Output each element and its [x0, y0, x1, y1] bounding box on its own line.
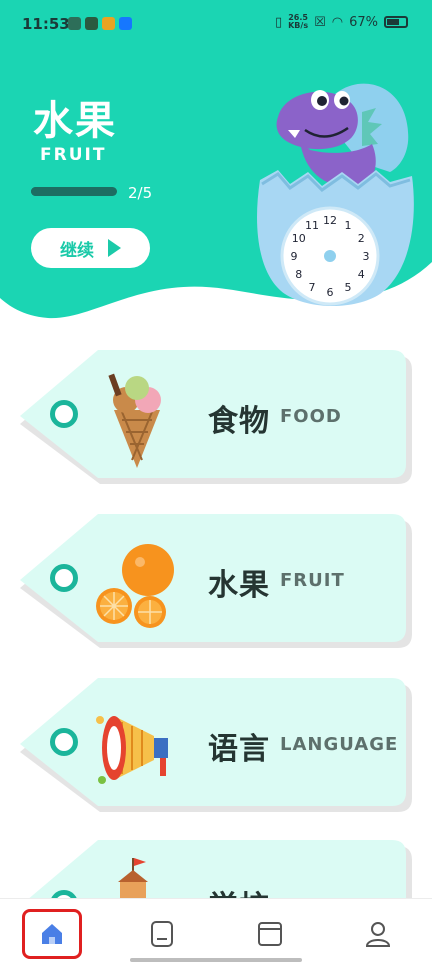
clock-number: 1: [345, 219, 352, 232]
clock-number: 2: [358, 232, 365, 245]
clock-number: 3: [363, 250, 370, 263]
clock-number: 12: [323, 214, 337, 227]
profile-icon: [365, 922, 391, 947]
category-card-language[interactable]: 语言 LANGUAGE: [20, 676, 412, 812]
progress-text: 2/5: [128, 184, 153, 202]
app-notification-icon: [68, 17, 81, 30]
dinosaur-mascot: 12 12 3 45678 9 1011: [257, 83, 414, 306]
card-title-en: LANGUAGE: [280, 734, 399, 755]
card-radio[interactable]: [50, 400, 78, 428]
ice-cream-icon: [108, 373, 161, 468]
card-title-zh: 食物: [208, 404, 270, 439]
nav-profile[interactable]: [348, 909, 408, 959]
network-speed: 26.5 KB/s: [288, 14, 308, 30]
play-icon: [108, 239, 121, 257]
book-icon: [151, 921, 173, 947]
progress-bar: [31, 187, 117, 196]
vibrate-icon: ▯: [274, 14, 283, 30]
home-icon: [42, 924, 62, 944]
page-title: 水果: [33, 98, 117, 144]
status-bar: 11:53 ▯ 26.5 KB/s ☒ ◠ 67%: [0, 0, 432, 52]
notification-icons: [68, 17, 132, 30]
continue-button[interactable]: 继续: [31, 228, 150, 268]
clock-number: 10: [292, 232, 306, 245]
card-radio[interactable]: [50, 564, 78, 592]
page-subtitle: FRUIT: [40, 145, 107, 165]
battery-icon: [384, 16, 408, 28]
alipay-icon: [119, 17, 132, 30]
clock-number: 6: [327, 286, 334, 299]
gesture-bar[interactable]: [130, 958, 302, 962]
card-radio[interactable]: [50, 728, 78, 756]
app-notification-icon: [102, 17, 115, 30]
bottom-nav: [0, 898, 432, 964]
battery-percent: 67%: [349, 14, 378, 30]
status-time: 11:53: [22, 15, 70, 33]
nav-book[interactable]: [132, 909, 192, 959]
progress-fill: [31, 187, 66, 196]
clock-number: 9: [291, 250, 298, 263]
clock-number: 7: [309, 281, 316, 294]
clock-number: 5: [345, 281, 352, 294]
clock-number: 11: [305, 219, 319, 232]
card-title-zh: 水果: [208, 568, 270, 603]
continue-label: 继续: [60, 240, 94, 261]
category-card-food[interactable]: 食物 FOOD: [20, 348, 412, 484]
card-icon: [258, 922, 282, 946]
card-title-zh: 语言: [208, 732, 270, 767]
clock-number: 8: [295, 268, 302, 281]
orange-icon: [96, 544, 174, 628]
app-notification-icon: [85, 17, 98, 30]
wifi-icon: ◠: [331, 14, 344, 30]
clock-number: 4: [358, 268, 365, 281]
card-title-en: FRUIT: [280, 570, 345, 591]
megaphone-icon: [96, 716, 168, 784]
sim-off-icon: ☒: [314, 14, 326, 30]
card-title-en: FOOD: [280, 406, 342, 427]
net-speed-unit: KB/s: [288, 21, 309, 30]
category-card-fruit[interactable]: 水果 FRUIT: [20, 512, 412, 648]
nav-card[interactable]: [240, 909, 300, 959]
nav-home[interactable]: [22, 909, 82, 959]
